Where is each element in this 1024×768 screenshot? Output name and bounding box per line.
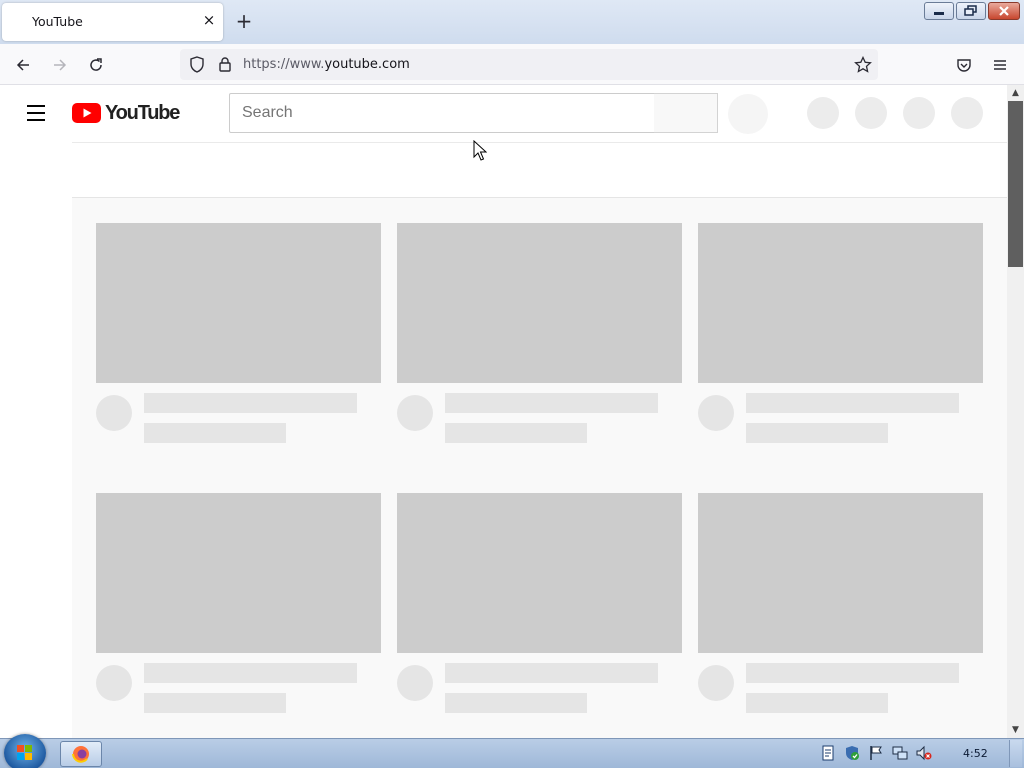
title-placeholder (144, 663, 357, 683)
avatar-placeholder[interactable] (951, 97, 983, 129)
thumbnail-placeholder[interactable] (397, 223, 682, 383)
channel-avatar-placeholder (698, 665, 734, 701)
voice-search-placeholder (728, 94, 768, 134)
channel-avatar-placeholder (397, 395, 433, 431)
hamburger-line (27, 119, 45, 121)
shield-check-icon[interactable] (844, 745, 860, 761)
youtube-page: YouTube (0, 85, 1007, 738)
tab-title: YouTube (32, 14, 83, 29)
chip-bar-placeholder (72, 142, 1007, 198)
title-placeholder (144, 393, 357, 413)
thumbnail-placeholder[interactable] (698, 493, 983, 653)
thumbnail-placeholder[interactable] (698, 223, 983, 383)
hamburger-line (27, 105, 45, 107)
scrollbar-thumb[interactable] (1008, 101, 1023, 267)
url-text[interactable]: https://www.youtube.com (243, 57, 410, 72)
youtube-logo[interactable]: YouTube (72, 101, 180, 124)
minimize-icon (925, 3, 953, 19)
taskbar-clock[interactable]: 4:52 (963, 747, 988, 760)
windows-logo-icon (17, 745, 32, 760)
app-menu-button[interactable] (987, 52, 1013, 78)
tab-close-icon[interactable]: × (199, 10, 219, 30)
url-domain: youtube.com (324, 57, 410, 72)
apps-button-placeholder[interactable] (855, 97, 887, 129)
windows-taskbar: 4:52 (0, 734, 1024, 768)
browser-tab-strip: YouTube × + (0, 0, 1024, 44)
guide-menu-button[interactable] (22, 101, 50, 125)
title-placeholder (445, 663, 658, 683)
meta-placeholder (144, 693, 286, 713)
lock-icon[interactable] (218, 56, 232, 73)
title-placeholder (445, 393, 658, 413)
volume-muted-icon[interactable] (916, 745, 932, 761)
scroll-up-arrow-icon[interactable]: ▲ (1007, 86, 1024, 100)
forward-button[interactable] (47, 52, 73, 78)
network-icon[interactable] (892, 745, 908, 761)
back-button[interactable] (10, 52, 36, 78)
title-placeholder (746, 663, 959, 683)
meta-placeholder (746, 693, 888, 713)
pocket-icon (957, 59, 971, 72)
youtube-logo-text: YouTube (105, 101, 180, 124)
search-box[interactable] (229, 93, 655, 133)
tracking-shield-icon[interactable] (189, 56, 205, 73)
close-icon (989, 3, 1019, 19)
show-desktop-button[interactable] (1009, 740, 1022, 767)
bookmark-star-icon[interactable] (854, 56, 872, 74)
forward-arrow-icon (54, 59, 67, 71)
hamburger-line (27, 112, 45, 114)
thumbnail-placeholder[interactable] (96, 223, 381, 383)
channel-avatar-placeholder (397, 665, 433, 701)
channel-avatar-placeholder (96, 395, 132, 431)
url-bar[interactable]: https://www.youtube.com (180, 49, 878, 80)
taskbar-firefox-button[interactable] (60, 741, 102, 767)
meta-placeholder (746, 423, 888, 443)
youtube-masthead: YouTube (0, 85, 1007, 141)
menu-icon (994, 60, 1006, 70)
back-arrow-icon (16, 59, 29, 71)
window-controls (924, 2, 1020, 20)
thumbnail-placeholder[interactable] (96, 493, 381, 653)
create-button-placeholder[interactable] (807, 97, 839, 129)
firefox-icon (72, 746, 89, 763)
search-button[interactable] (654, 93, 718, 133)
page-scrollbar[interactable]: ▲ ▼ (1007, 85, 1024, 738)
scroll-down-arrow-icon[interactable]: ▼ (1007, 723, 1024, 737)
document-icon[interactable] (820, 745, 836, 761)
reload-icon (90, 58, 102, 71)
url-prefix: https://www. (243, 57, 325, 72)
channel-avatar-placeholder (96, 665, 132, 701)
notifications-button-placeholder[interactable] (903, 97, 935, 129)
meta-placeholder (445, 423, 587, 443)
new-tab-button[interactable]: + (232, 10, 256, 34)
pocket-button[interactable] (951, 52, 977, 78)
restore-icon (957, 3, 985, 19)
tab-youtube[interactable]: YouTube × (2, 3, 223, 41)
reload-button[interactable] (83, 52, 109, 78)
restore-button[interactable] (956, 2, 986, 20)
thumbnail-placeholder[interactable] (397, 493, 682, 653)
minimize-button[interactable] (924, 2, 954, 20)
search-input[interactable] (230, 94, 654, 132)
title-placeholder (746, 393, 959, 413)
close-window-button[interactable] (988, 2, 1020, 20)
meta-placeholder (144, 423, 286, 443)
system-tray (820, 745, 932, 763)
browser-nav-bar: https://www.youtube.com (0, 44, 1024, 85)
meta-placeholder (445, 693, 587, 713)
channel-avatar-placeholder (698, 395, 734, 431)
flag-icon[interactable] (868, 745, 884, 761)
video-feed (72, 198, 1007, 738)
start-button[interactable] (4, 734, 46, 768)
youtube-play-icon (72, 103, 101, 123)
